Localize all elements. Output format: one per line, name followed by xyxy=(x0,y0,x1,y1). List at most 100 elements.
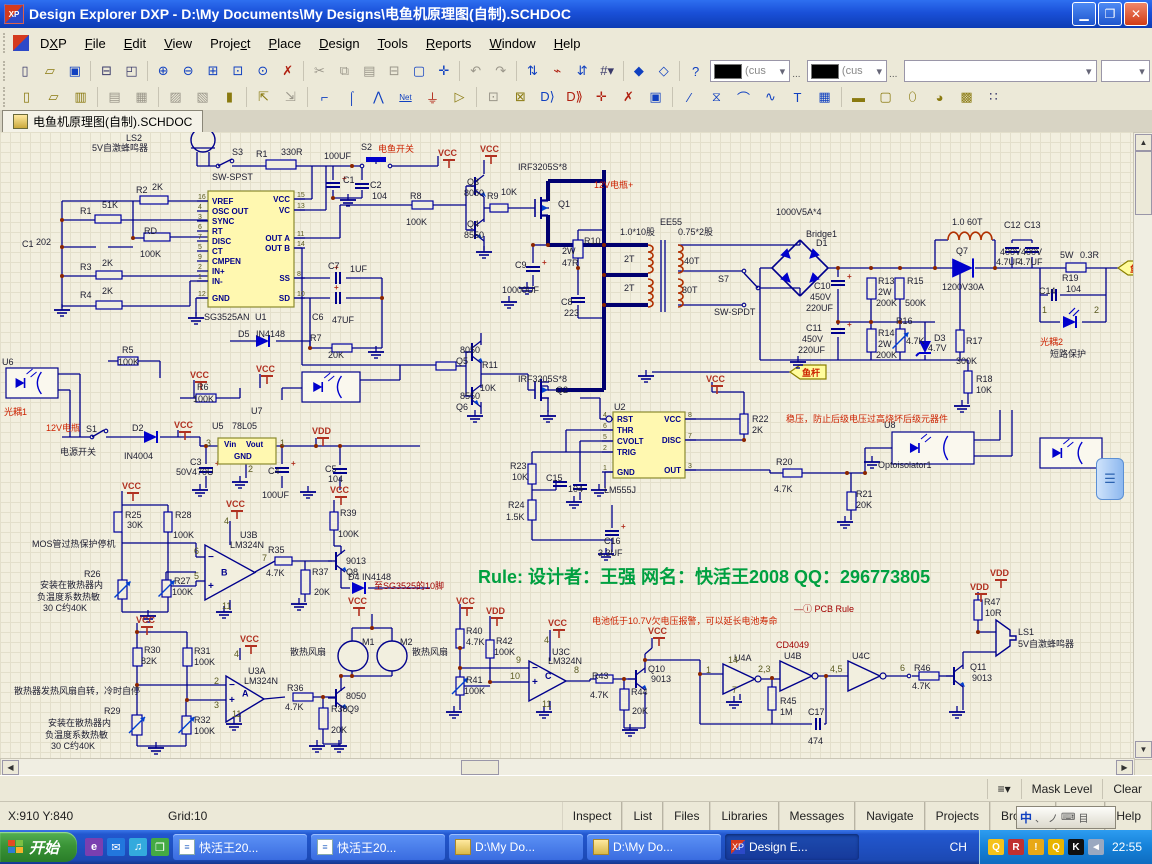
msg-icon[interactable]: R xyxy=(1008,839,1024,855)
color-combo-1[interactable]: (cus▾ xyxy=(710,60,790,82)
ellipse-tool-icon[interactable]: ⬯ xyxy=(900,86,925,109)
zoom-selection-icon[interactable]: ⊙ xyxy=(251,60,274,83)
polyline-tool-icon[interactable]: ⋀ xyxy=(366,86,391,109)
sheet-symbol-tool-icon[interactable]: ⊡ xyxy=(481,86,506,109)
panel-button-list[interactable]: List xyxy=(622,802,663,830)
toolbar-grip[interactable] xyxy=(3,87,10,107)
task-designe[interactable]: XPDesign E... xyxy=(725,834,859,860)
help-icon[interactable]: ? xyxy=(684,60,707,83)
table-tool-icon[interactable]: ▦ xyxy=(812,86,837,109)
arc-tool-icon[interactable]: ⌒ xyxy=(731,86,756,109)
menu-tools[interactable]: Tools xyxy=(369,32,417,55)
wand-icon[interactable]: ⌁ xyxy=(546,60,569,83)
down-hierarchy-icon[interactable]: ⇲ xyxy=(278,86,303,109)
zoom-document-icon[interactable]: ⊡ xyxy=(226,60,249,83)
navigate-updown-icon[interactable]: ⇅ xyxy=(521,60,544,83)
new-document-icon[interactable]: ▯ xyxy=(14,60,37,83)
wire-tool-icon[interactable]: ⌐ xyxy=(312,86,337,109)
qq-icon[interactable]: Q xyxy=(988,839,1004,855)
sheet-entry-tool-icon[interactable]: ⊠ xyxy=(508,86,533,109)
menu-project[interactable]: Project xyxy=(201,32,259,55)
polygon-tool-icon[interactable]: ⧖ xyxy=(704,86,729,109)
restore-button[interactable]: ❐ xyxy=(1098,2,1122,26)
cut-icon[interactable]: ✂ xyxy=(308,60,331,83)
grid-icon[interactable]: #▾ xyxy=(596,60,619,83)
up-hierarchy-icon[interactable]: ⇱ xyxy=(251,86,276,109)
task-dmydo[interactable]: D:\My Do... xyxy=(587,834,721,860)
ime-icon[interactable]: ノ xyxy=(1048,810,1058,825)
line-tool-icon[interactable]: ∕ xyxy=(677,86,702,109)
save-icon[interactable]: ▣ xyxy=(63,60,86,83)
horizontal-scroll-thumb[interactable] xyxy=(461,760,499,775)
power-port-tool-icon[interactable]: ⏚ xyxy=(420,86,445,109)
more-button[interactable]: ... xyxy=(792,62,805,80)
menu-reports[interactable]: Reports xyxy=(417,32,481,55)
scroll-left-arrow[interactable]: ◀ xyxy=(2,760,19,775)
save-project-icon[interactable]: ▥ xyxy=(68,86,93,109)
green-doc-icon[interactable]: ▮ xyxy=(217,86,242,109)
ime-lang-icon[interactable]: 中 xyxy=(1020,809,1032,826)
zoom-area-icon[interactable]: ⊞ xyxy=(202,60,225,83)
panel-button-libraries[interactable]: Libraries xyxy=(710,802,778,830)
bus-tool-icon[interactable]: ⌠ xyxy=(339,86,364,109)
task-dmydo[interactable]: D:\My Do... xyxy=(449,834,583,860)
scroll-down-arrow[interactable]: ▼ xyxy=(1135,741,1152,758)
zoom-out-icon[interactable]: ⊖ xyxy=(177,60,200,83)
copy-sheet-icon[interactable]: ▨ xyxy=(163,86,188,109)
menu-view[interactable]: View xyxy=(155,32,201,55)
shield-icon[interactable]: ! xyxy=(1028,839,1044,855)
net-label-tool-icon[interactable]: Net xyxy=(393,86,418,109)
schematic-canvas[interactable]: +++++++++16VREF4OSC OUT3SYNC6RT7DISC5CT9… xyxy=(0,132,1133,758)
scroll-up-arrow[interactable]: ▲ xyxy=(1135,134,1152,151)
junction-tool-icon[interactable]: ✛ xyxy=(589,86,614,109)
volume-icon[interactable]: ◄ xyxy=(1088,839,1104,855)
part-tool-icon[interactable]: ▷ xyxy=(447,86,472,109)
redo-icon[interactable]: ↷ xyxy=(489,60,512,83)
no-erc-tool-icon[interactable]: ✗ xyxy=(616,86,641,109)
title-bar[interactable]: XP Design Explorer DXP - D:\My Documents… xyxy=(0,0,1152,28)
menu-help[interactable]: Help xyxy=(545,32,590,55)
print-preview-icon[interactable]: ◰ xyxy=(120,60,143,83)
menu-design[interactable]: Design xyxy=(310,32,368,55)
panel-button-navigate[interactable]: Navigate xyxy=(855,802,924,830)
launch-ie-icon[interactable]: e xyxy=(85,838,103,856)
mask-level-button[interactable]: Mask Level xyxy=(1021,779,1103,799)
roundrect-tool-icon[interactable]: ▢ xyxy=(873,86,898,109)
menu-edit[interactable]: Edit xyxy=(115,32,155,55)
ime-icon[interactable]: 目 xyxy=(1078,810,1088,825)
toolbar-grip[interactable] xyxy=(3,61,10,81)
bezier-tool-icon[interactable]: ∿ xyxy=(758,86,783,109)
qq2-icon[interactable]: Q xyxy=(1048,839,1064,855)
panel-button-projects[interactable]: Projects xyxy=(925,802,990,830)
menu-grip[interactable] xyxy=(3,33,10,53)
move-icon[interactable]: ✛ xyxy=(433,60,456,83)
pie-tool-icon[interactable]: ◕ xyxy=(927,86,952,109)
toolbar-combo-4[interactable]: ▾ xyxy=(1101,60,1150,82)
open-document-icon[interactable]: ▱ xyxy=(38,60,61,83)
doc-icon[interactable]: ▧ xyxy=(190,86,215,109)
scroll-right-arrow[interactable]: ▶ xyxy=(1116,760,1133,775)
panel-handle-button[interactable]: ☰ xyxy=(1096,458,1124,500)
vertical-scrollbar[interactable]: ▲ ▼ xyxy=(1133,132,1152,760)
panel-button-inspect[interactable]: Inspect xyxy=(562,802,623,830)
color-combo-2[interactable]: (cus▾ xyxy=(807,60,887,82)
offsheet-tool-icon[interactable]: D⟫ xyxy=(562,86,587,109)
port-tool-icon[interactable]: D⟩ xyxy=(535,86,560,109)
select-area-icon[interactable]: ▢ xyxy=(408,60,431,83)
menu-window[interactable]: Window xyxy=(480,32,544,55)
toolbar-combo-3[interactable]: ▾ xyxy=(904,60,1097,82)
more-button[interactable]: ... xyxy=(889,62,902,80)
menu-place[interactable]: Place xyxy=(260,32,311,55)
compile-all-icon[interactable]: ▦ xyxy=(129,86,154,109)
launch-desktop-icon[interactable]: ❐ xyxy=(151,838,169,856)
open-project-icon[interactable]: ▱ xyxy=(41,86,66,109)
new-sheet-icon[interactable]: ▯ xyxy=(14,86,39,109)
task-20[interactable]: ≡快活王20... xyxy=(173,834,307,860)
launch-media-icon[interactable]: ♫ xyxy=(129,838,147,856)
clear-button[interactable]: Clear xyxy=(1102,779,1152,799)
menu-file[interactable]: File xyxy=(76,32,115,55)
shield-on-icon[interactable]: ◆ xyxy=(627,60,650,83)
text-tool-icon[interactable]: T xyxy=(785,86,810,109)
launch-mail-icon[interactable]: ✉ xyxy=(107,838,125,856)
antivirus-icon[interactable]: K xyxy=(1068,839,1084,855)
